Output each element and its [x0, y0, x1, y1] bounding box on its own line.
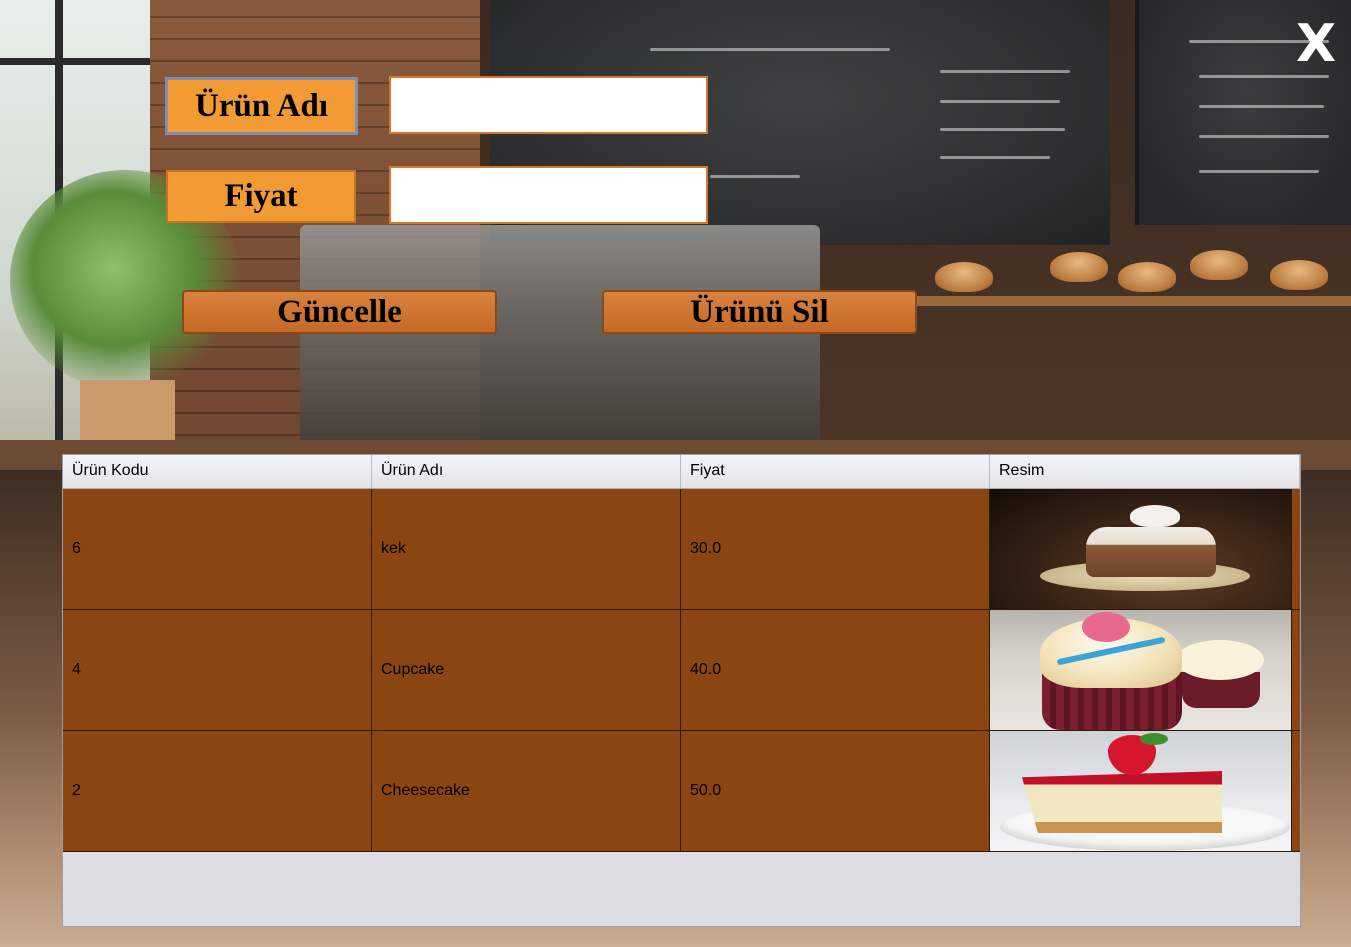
cell-code[interactable]: 6: [63, 489, 372, 609]
table-header: Ürün Kodu Ürün Adı Fiyat Resim: [63, 455, 1300, 489]
column-header-code[interactable]: Ürün Kodu: [63, 455, 372, 488]
espresso-machine: [300, 225, 820, 455]
close-button[interactable]: X: [1296, 16, 1336, 72]
price-label: Fiyat: [166, 170, 356, 223]
cake-image: [990, 489, 1291, 609]
table-row[interactable]: 6 kek 30.0: [63, 489, 1300, 610]
cupcake-image: [990, 610, 1291, 730]
table-row[interactable]: 4 Cupcake 40.0: [63, 610, 1300, 731]
cell-price[interactable]: 50.0: [681, 731, 990, 851]
column-header-price[interactable]: Fiyat: [681, 455, 990, 488]
column-header-name[interactable]: Ürün Adı: [372, 455, 681, 488]
cheesecake-image: [990, 731, 1291, 851]
cell-code[interactable]: 2: [63, 731, 372, 851]
cell-name[interactable]: Cheesecake: [372, 731, 681, 851]
cell-price[interactable]: 40.0: [681, 610, 990, 730]
update-button[interactable]: Güncelle: [182, 290, 497, 334]
cell-name[interactable]: Cupcake: [372, 610, 681, 730]
cell-image[interactable]: [990, 489, 1292, 609]
cell-image[interactable]: [990, 731, 1292, 851]
table-row[interactable]: 2 Cheesecake 50.0: [63, 731, 1300, 852]
product-name-input[interactable]: [389, 76, 708, 134]
cell-code[interactable]: 4: [63, 610, 372, 730]
column-header-image[interactable]: Resim: [990, 455, 1300, 488]
cell-image[interactable]: [990, 610, 1292, 730]
products-table[interactable]: Ürün Kodu Ürün Adı Fiyat Resim 6 kek 30.…: [62, 454, 1301, 927]
cell-price[interactable]: 30.0: [681, 489, 990, 609]
price-input[interactable]: [389, 166, 708, 224]
delete-product-button[interactable]: Ürünü Sil: [602, 290, 917, 334]
cell-name[interactable]: kek: [372, 489, 681, 609]
pastry-shelf: [900, 296, 1351, 306]
product-name-label: Ürün Adı: [165, 77, 358, 135]
